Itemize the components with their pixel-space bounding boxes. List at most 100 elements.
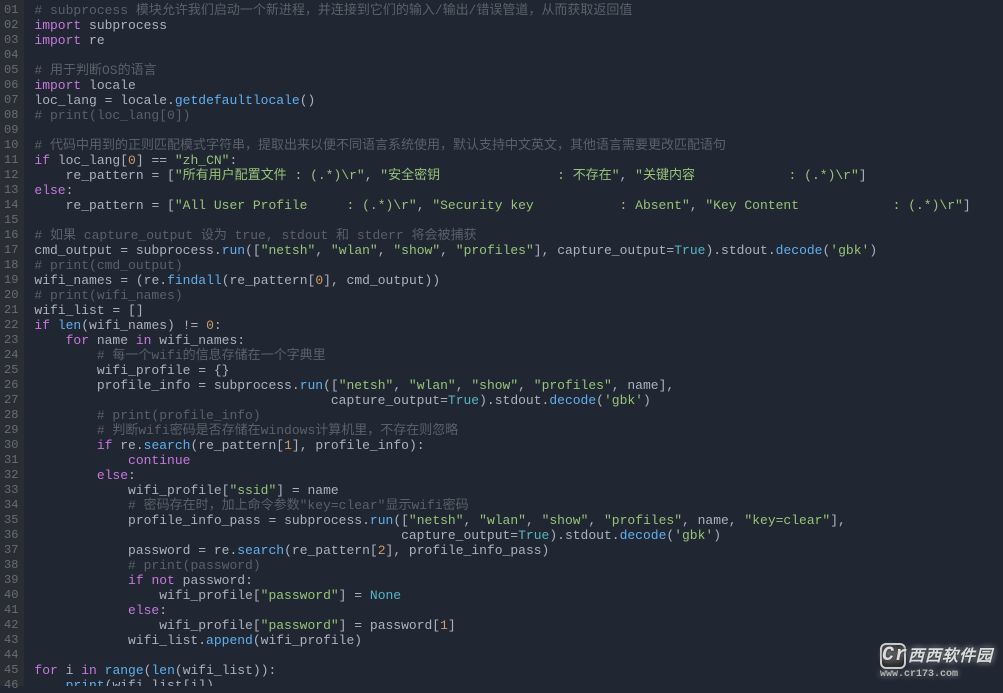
token-num: 1 — [440, 618, 448, 633]
code-line[interactable]: import locale — [34, 78, 970, 93]
token-name: stdout — [495, 393, 542, 408]
code-line[interactable]: wifi_list = [] — [34, 303, 970, 318]
token-kw: for — [66, 333, 89, 348]
code-line[interactable]: # 如果 capture_output 设为 true, stdout 和 st… — [34, 228, 970, 243]
token-name: wifi_list[i]) — [112, 678, 213, 686]
token-cm: # print(password) — [128, 558, 261, 573]
token-name — [34, 423, 96, 438]
line-number: 42 — [4, 618, 18, 633]
token-name: re — [81, 33, 104, 48]
token-op: , — [588, 513, 604, 528]
code-line[interactable]: else: — [34, 468, 970, 483]
code-line[interactable]: wifi_list.append(wifi_profile) — [34, 633, 970, 648]
code-line[interactable]: continue — [34, 453, 970, 468]
token-op: . — [198, 633, 206, 648]
code-line[interactable]: wifi_profile["password"] = password[1] — [34, 618, 970, 633]
code-line[interactable]: print(wifi_list[i]) — [34, 678, 970, 686]
line-number: 07 — [4, 93, 18, 108]
code-line[interactable]: capture_output=True).stdout.decode('gbk'… — [34, 393, 970, 408]
code-line[interactable]: wifi_profile = {} — [34, 363, 970, 378]
token-cm: # print(cmd_output) — [34, 258, 182, 273]
code-line[interactable]: for name in wifi_names: — [34, 333, 970, 348]
token-fn: getdefaultlocale — [175, 93, 300, 108]
code-line[interactable]: for i in range(len(wifi_list)): — [34, 663, 970, 678]
token-cm: # print(wifi_names) — [34, 288, 182, 303]
code-line[interactable] — [34, 123, 970, 138]
token-name — [34, 453, 128, 468]
token-str: "zh_CN" — [167, 153, 229, 168]
token-str: "key=clear" — [744, 513, 830, 528]
code-line[interactable]: else: — [34, 183, 970, 198]
token-str: "show" — [471, 378, 518, 393]
code-line[interactable] — [34, 213, 970, 228]
token-name: wifi_profile — [34, 363, 198, 378]
line-number: 35 — [4, 513, 18, 528]
token-str: "wlan" — [409, 378, 456, 393]
token-name: ] — [859, 168, 867, 183]
code-line[interactable]: # 用于判断OS的语言 — [34, 63, 970, 78]
code-line[interactable]: # 判断wifi密码是否存储在windows计算机里，不存在则忽略 — [34, 423, 970, 438]
token-str: 'gbk' — [604, 393, 643, 408]
code-line[interactable]: profile_info = subprocess.run(["netsh", … — [34, 378, 970, 393]
token-cm: # print(loc_lang[0]) — [34, 108, 190, 123]
token-op: ([ — [323, 378, 339, 393]
code-line[interactable]: # subprocess 模块允许我们启动一个新进程，并连接到它们的输入/输出/… — [34, 3, 970, 18]
code-area[interactable]: # subprocess 模块允许我们启动一个新进程，并连接到它们的输入/输出/… — [24, 0, 970, 686]
token-kw: if — [97, 438, 113, 453]
code-line[interactable]: # print(wifi_names) — [34, 288, 970, 303]
code-line[interactable]: # print(loc_lang[0]) — [34, 108, 970, 123]
token-name: re_pattern[ — [230, 273, 316, 288]
code-line[interactable]: capture_output=True).stdout.decode('gbk'… — [34, 528, 970, 543]
line-number: 30 — [4, 438, 18, 453]
token-name: capture_output — [401, 528, 510, 543]
code-line[interactable]: # 代码中用到的正则匹配模式字符串，提取出来以便不同语言系统使用，默认支持中文英… — [34, 138, 970, 153]
code-line[interactable]: re_pattern = ["所有用户配置文件 : (.*)\r", "安全密钥… — [34, 168, 970, 183]
token-name: re — [206, 543, 229, 558]
code-line[interactable] — [34, 48, 970, 63]
token-kw: import — [34, 18, 81, 33]
code-line[interactable]: if loc_lang[0] == "zh_CN": — [34, 153, 970, 168]
code-line[interactable]: re_pattern = ["All User Profile : (.*)\r… — [34, 198, 970, 213]
code-line[interactable]: import re — [34, 33, 970, 48]
code-line[interactable]: if not password: — [34, 573, 970, 588]
line-number: 14 — [4, 198, 18, 213]
token-name: subprocess — [276, 513, 362, 528]
code-line[interactable]: # 每一个wifi的信息存储在一个字典里 — [34, 348, 970, 363]
token-str: "profiles" — [456, 243, 534, 258]
code-line[interactable] — [34, 648, 970, 663]
line-number: 19 — [4, 273, 18, 288]
code-line[interactable]: # print(profile_info) — [34, 408, 970, 423]
code-line[interactable]: password = re.search(re_pattern[2], prof… — [34, 543, 970, 558]
code-line[interactable]: loc_lang = locale.getdefaultlocale() — [34, 93, 970, 108]
token-str: "password" — [261, 588, 339, 603]
code-line[interactable]: import subprocess — [34, 18, 970, 33]
code-line[interactable]: wifi_names = (re.findall(re_pattern[0], … — [34, 273, 970, 288]
token-name: password — [34, 543, 198, 558]
code-line[interactable]: if len(wifi_names) != 0: — [34, 318, 970, 333]
token-op: , — [690, 198, 706, 213]
token-name: [ — [159, 168, 175, 183]
code-line[interactable]: wifi_profile["ssid"] = name — [34, 483, 970, 498]
token-str: "Security key : Absent" — [432, 198, 689, 213]
code-line[interactable]: if re.search(re_pattern[1], profile_info… — [34, 438, 970, 453]
token-kw: import — [34, 33, 81, 48]
token-op: , — [440, 243, 456, 258]
token-bool: None — [370, 588, 401, 603]
code-line[interactable]: wifi_profile["password"] = None — [34, 588, 970, 603]
code-line[interactable]: # print(password) — [34, 558, 970, 573]
token-op: ([ — [393, 513, 409, 528]
token-op: == — [151, 153, 167, 168]
token-fn: findall — [167, 273, 222, 288]
token-name: wifi_list)) — [183, 663, 269, 678]
line-number: 33 — [4, 483, 18, 498]
token-name — [34, 498, 128, 513]
token-op: = — [354, 618, 362, 633]
token-op: ). — [479, 393, 495, 408]
token-name — [97, 663, 105, 678]
code-line[interactable]: else: — [34, 603, 970, 618]
code-line[interactable]: # print(cmd_output) — [34, 258, 970, 273]
code-line[interactable]: # 密码存在时，加上命令参数"key=clear"显示wifi密码 — [34, 498, 970, 513]
code-line[interactable]: profile_info_pass = subprocess.run(["net… — [34, 513, 970, 528]
token-fn: range — [105, 663, 144, 678]
code-line[interactable]: cmd_output = subprocess.run(["netsh", "w… — [34, 243, 970, 258]
